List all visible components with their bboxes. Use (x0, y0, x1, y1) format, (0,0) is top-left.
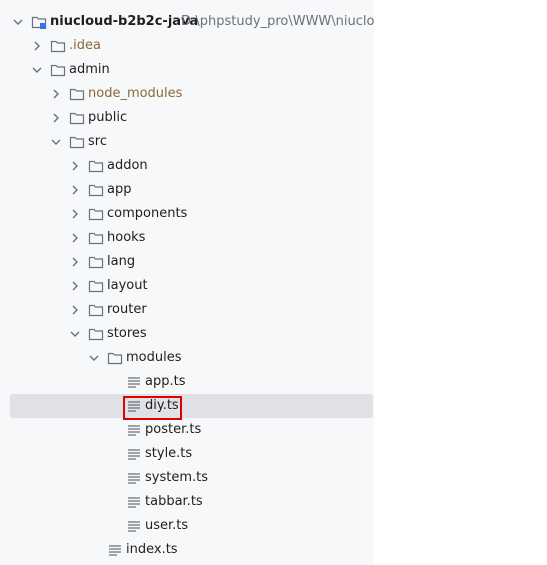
tree-item-label: system.ts (145, 470, 209, 485)
tree-item-label: addon (107, 158, 148, 173)
folder-icon (88, 208, 104, 221)
tree-row-layout[interactable]: layout (0, 274, 374, 298)
folder-icon (88, 328, 104, 341)
chevron-right-icon[interactable] (50, 88, 62, 100)
tree-row-modules[interactable]: modules (0, 346, 374, 370)
tree-item-label: components (107, 206, 188, 221)
tree-item-label: modules (126, 350, 182, 365)
tree-row-hooks[interactable]: hooks (0, 226, 374, 250)
tree-row-file[interactable]: system.ts (0, 466, 374, 490)
chevron-down-icon[interactable] (31, 64, 43, 76)
root-project-path: D:\phpstudy_pro\WWW\niucloud (181, 14, 374, 29)
tree-item-label: app (107, 182, 132, 197)
tree-item-label: poster.ts (145, 422, 202, 437)
tree-item-label: node_modules (88, 86, 183, 101)
tree-item-label: src (88, 134, 107, 149)
tree-item-label: style.ts (145, 446, 193, 461)
folder-icon (69, 136, 85, 149)
folder-icon (50, 64, 66, 77)
text-file-icon (109, 545, 121, 556)
tree-row-lang[interactable]: lang (0, 250, 374, 274)
tree-row-idea[interactable]: .idea (0, 34, 374, 58)
text-file-icon (128, 425, 140, 436)
tree-row-file[interactable]: user.ts (0, 514, 374, 538)
tree-row-components[interactable]: components (0, 202, 374, 226)
chevron-right-icon[interactable] (69, 256, 81, 268)
folder-icon (69, 88, 85, 101)
root-project-name: niucloud-b2b2c-java (50, 14, 199, 29)
folder-icon (88, 232, 104, 245)
chevron-right-icon[interactable] (69, 232, 81, 244)
tree-row-public[interactable]: public (0, 106, 374, 130)
tree-item-label: hooks (107, 230, 146, 245)
text-file-icon (128, 377, 140, 388)
tree-row-file[interactable]: style.ts (0, 442, 374, 466)
folder-icon (88, 160, 104, 173)
tree-row-file-selected[interactable]: diy.ts (10, 394, 373, 418)
text-file-icon (128, 449, 140, 460)
tree-row-stores[interactable]: stores (0, 322, 374, 346)
tree-item-label: lang (107, 254, 136, 269)
tree-row-file[interactable]: tabbar.ts (0, 490, 374, 514)
text-file-icon (128, 521, 140, 532)
chevron-right-icon[interactable] (31, 40, 43, 52)
folder-icon (50, 40, 66, 53)
chevron-right-icon[interactable] (69, 280, 81, 292)
text-file-icon (128, 497, 140, 508)
folder-icon (107, 352, 123, 365)
tree-item-label: stores (107, 326, 147, 341)
chevron-down-icon[interactable] (69, 328, 81, 340)
tree-item-label: public (88, 110, 128, 125)
chevron-right-icon[interactable] (69, 184, 81, 196)
chevron-right-icon[interactable] (69, 304, 81, 316)
tree-item-label: layout (107, 278, 148, 293)
tree-item-label: user.ts (145, 518, 189, 533)
tree-row-app[interactable]: app (0, 178, 374, 202)
tree-item-label: app.ts (145, 374, 186, 389)
project-tree-panel: niucloud-b2b2c-java D:\phpstudy_pro\WWW\… (0, 0, 374, 565)
chevron-down-icon[interactable] (12, 16, 24, 28)
chevron-down-icon[interactable] (50, 136, 62, 148)
tree-row-file[interactable]: poster.ts (0, 418, 374, 442)
tree-item-label: tabbar.ts (145, 494, 203, 509)
text-file-icon (128, 473, 140, 484)
tree-row-file[interactable]: app.ts (0, 370, 374, 394)
tree-item-label: admin (69, 62, 110, 77)
tree-row-router[interactable]: router (0, 298, 374, 322)
annotation-highlight-box (123, 396, 182, 420)
tree-row-node-modules[interactable]: node_modules (0, 82, 374, 106)
tree-row-src[interactable]: src (0, 130, 374, 154)
chevron-down-icon[interactable] (88, 352, 100, 364)
chevron-right-icon[interactable] (69, 208, 81, 220)
chevron-right-icon[interactable] (69, 160, 81, 172)
folder-icon (88, 280, 104, 293)
tree-item-label: router (107, 302, 147, 317)
tree-item-label: index.ts (126, 542, 178, 557)
tree-row-file[interactable]: index.ts (0, 538, 374, 562)
folder-icon (88, 304, 104, 317)
tree-row-addon[interactable]: addon (0, 154, 374, 178)
folder-icon (69, 112, 85, 125)
tree-row-root[interactable]: niucloud-b2b2c-java D:\phpstudy_pro\WWW\… (0, 10, 374, 34)
module-folder-icon (31, 16, 47, 29)
tree-row-admin[interactable]: admin (0, 58, 374, 82)
folder-icon (88, 184, 104, 197)
folder-icon (88, 256, 104, 269)
chevron-right-icon[interactable] (50, 112, 62, 124)
tree-item-label: .idea (69, 38, 101, 53)
